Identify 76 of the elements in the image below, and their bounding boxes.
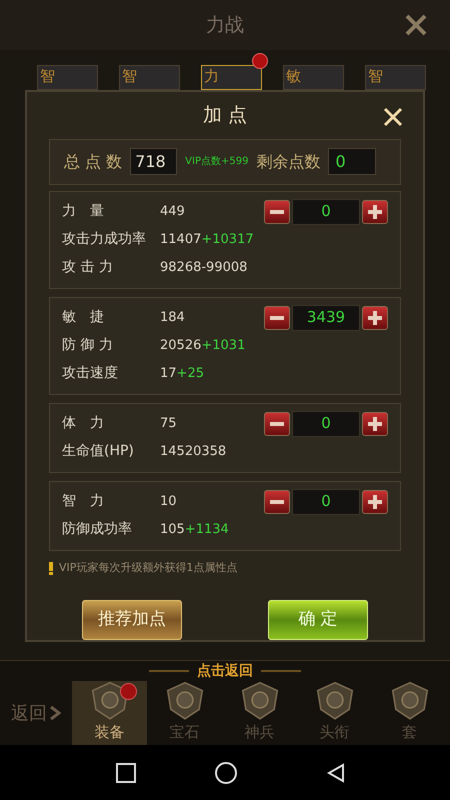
attribute-value: 17+25	[160, 364, 204, 383]
dialog-title: 加 点	[202, 103, 248, 128]
minus-icon	[270, 500, 284, 504]
back-button[interactable]: 返回	[11, 700, 61, 726]
attribute-value: 14520358	[160, 442, 226, 461]
category-tab-label: 宝石	[170, 722, 200, 742]
minus-button[interactable]	[264, 490, 290, 514]
hero-tab[interactable]: 力	[201, 65, 262, 90]
total-points-field: 718	[130, 148, 178, 176]
points-input[interactable]: 0	[292, 410, 360, 437]
category-tab[interactable]: 套	[372, 681, 447, 745]
minus-icon	[270, 422, 284, 426]
hero-tab-label: 智	[122, 66, 137, 86]
category-tab-label: 头衔	[320, 722, 350, 742]
plus-button[interactable]	[362, 412, 388, 436]
plus-icon	[368, 416, 382, 431]
attribute-value: 449	[160, 202, 185, 221]
attribute-label: 防御成功率	[62, 520, 133, 540]
vip-note: VIP玩家每次升级额外获得1点属性点	[59, 560, 238, 576]
minus-button[interactable]	[264, 306, 290, 330]
remaining-points-label: 剩余点数	[256, 150, 320, 173]
warning-icon	[49, 562, 53, 575]
hero-tab[interactable]: 智	[37, 65, 98, 90]
back-triangle-icon[interactable]	[327, 762, 345, 782]
attribute-label: 防 御 力	[62, 336, 114, 356]
points-input[interactable]: 3439	[292, 304, 360, 331]
header-title: 力战	[206, 12, 244, 38]
hero-tab[interactable]: 敏	[283, 65, 344, 90]
circle-icon[interactable]	[215, 762, 237, 784]
hero-tab-label: 力	[204, 66, 219, 86]
attribute-label: 智 力	[62, 492, 105, 512]
attribute-label: 体 力	[62, 414, 105, 434]
minus-button[interactable]	[264, 200, 290, 224]
remaining-points-field: 0	[328, 148, 376, 176]
points-input[interactable]: 0	[292, 198, 360, 225]
plus-button[interactable]	[362, 490, 388, 514]
plus-icon	[368, 204, 382, 219]
attribute-label: 攻击速度	[62, 364, 119, 384]
hero-tab[interactable]: 智	[365, 65, 426, 90]
attribute-label: 敏 捷	[62, 308, 105, 328]
attribute-value: 75	[160, 414, 177, 433]
category-tab-label: 装备	[94, 722, 124, 742]
category-tab[interactable]: 神兵	[222, 681, 297, 745]
attribute-value: 184	[160, 308, 185, 327]
plus-button[interactable]	[362, 200, 388, 224]
attribute-value: 98268-99008	[160, 258, 248, 277]
square-icon[interactable]	[116, 762, 136, 782]
hero-tab-label: 智	[40, 66, 55, 86]
total-points-label: 总 点 数	[64, 150, 122, 173]
hero-tab-label: 敏	[286, 66, 301, 86]
category-tab[interactable]: 宝石	[147, 681, 222, 745]
attribute-label: 生命值(HP)	[62, 442, 135, 462]
dialog-button[interactable]: 推荐加点	[82, 600, 182, 640]
return-label[interactable]: 点击返回	[197, 660, 253, 682]
attribute-value: 105+1134	[160, 520, 229, 539]
points-input[interactable]: 0	[292, 488, 360, 515]
plus-icon	[368, 494, 382, 509]
attribute-label: 力 量	[62, 202, 105, 222]
attribute-value: 11407+10317	[160, 230, 254, 249]
attribute-value: 10	[160, 492, 177, 511]
minus-button[interactable]	[264, 412, 290, 436]
hero-tab-label: 智	[368, 66, 383, 86]
category-tab-label: 套	[402, 722, 417, 742]
category-tab[interactable]: 装备	[72, 681, 147, 745]
attribute-value: 20526+1031	[160, 336, 246, 355]
plus-icon	[368, 310, 382, 325]
plus-button[interactable]	[362, 306, 388, 330]
vip-bonus-text: VIP点数+599	[185, 154, 248, 170]
category-tab-label: 神兵	[244, 722, 274, 742]
dialog-button[interactable]: 确 定	[268, 600, 368, 640]
minus-icon	[270, 316, 284, 320]
minus-icon	[270, 210, 284, 214]
category-tab[interactable]: 头衔	[297, 681, 372, 745]
attribute-label: 攻击力成功率	[62, 230, 147, 250]
hero-tab[interactable]: 智	[119, 65, 180, 90]
attribute-label: 攻 击 力	[62, 258, 114, 278]
